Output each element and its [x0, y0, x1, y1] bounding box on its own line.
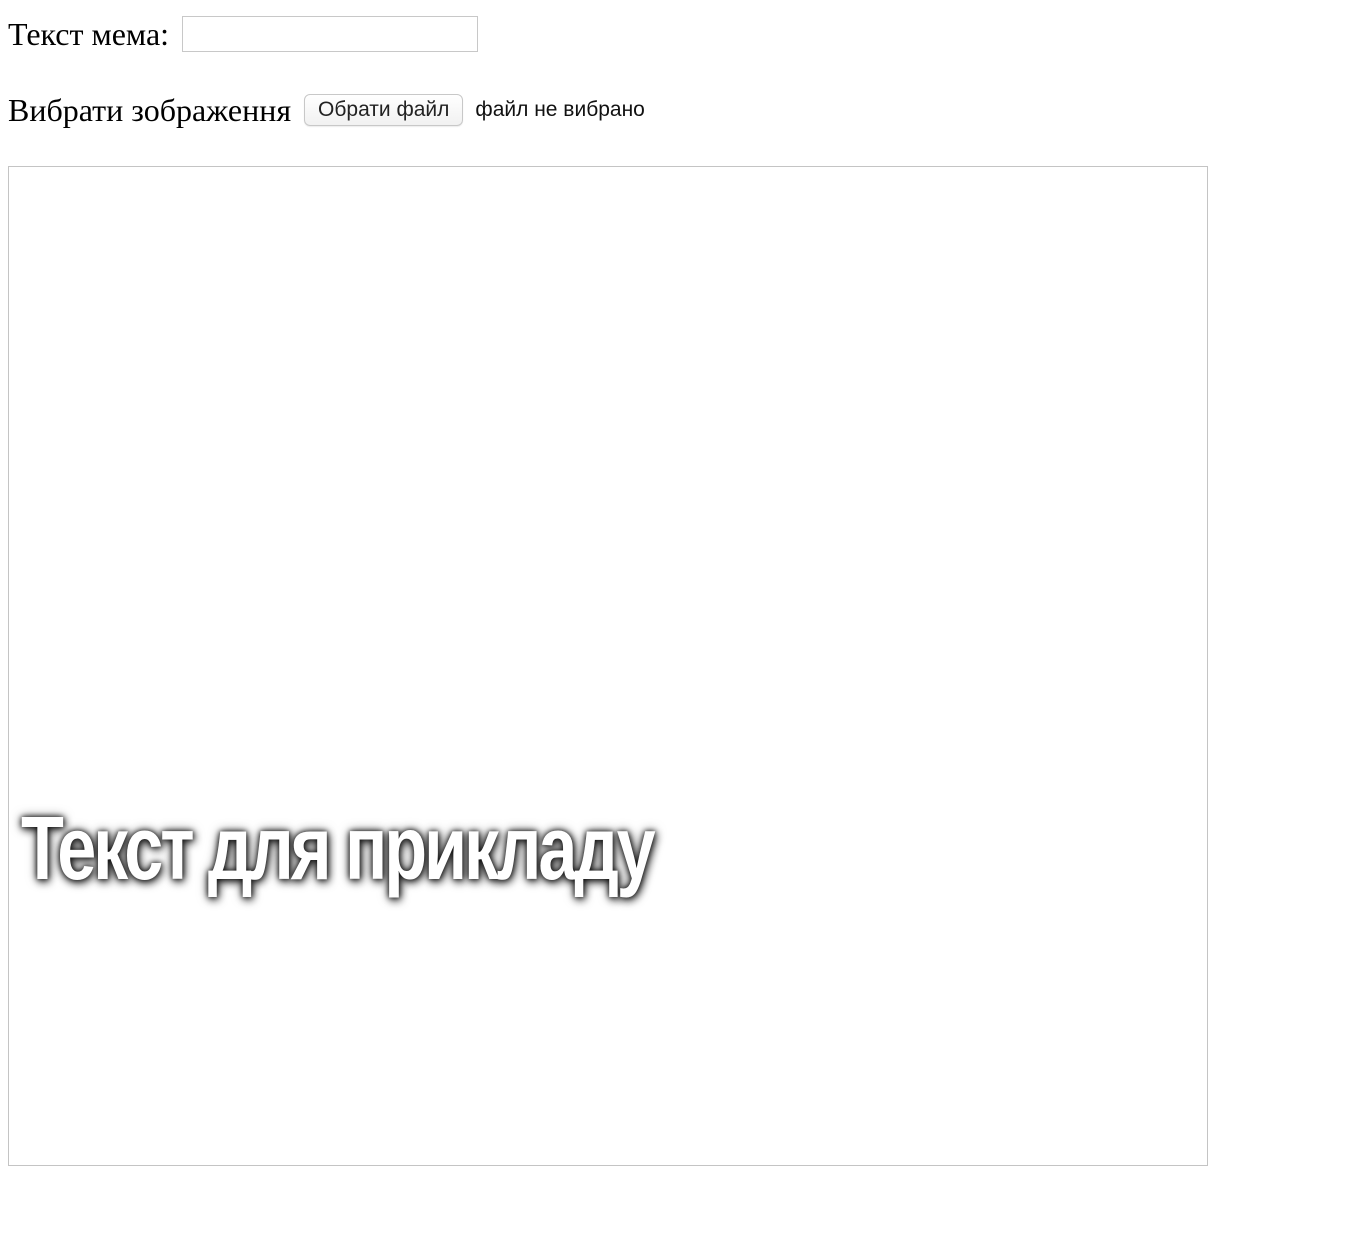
choose-file-button[interactable]: Обрати файл	[304, 94, 464, 126]
meme-canvas: Текст для прикладу	[8, 166, 1208, 1166]
meme-text-input[interactable]	[182, 16, 479, 52]
meme-caption-text: Текст для прикладу	[21, 799, 656, 899]
meme-text-row: Текст мема:	[8, 14, 479, 54]
image-select-row: Вибрати зображення Обрати файл файл не в…	[8, 92, 645, 128]
file-status-text: файл не вибрано	[475, 98, 645, 121]
image-select-label: Вибрати зображення	[8, 92, 292, 128]
meme-text-label: Текст мема:	[8, 16, 170, 52]
